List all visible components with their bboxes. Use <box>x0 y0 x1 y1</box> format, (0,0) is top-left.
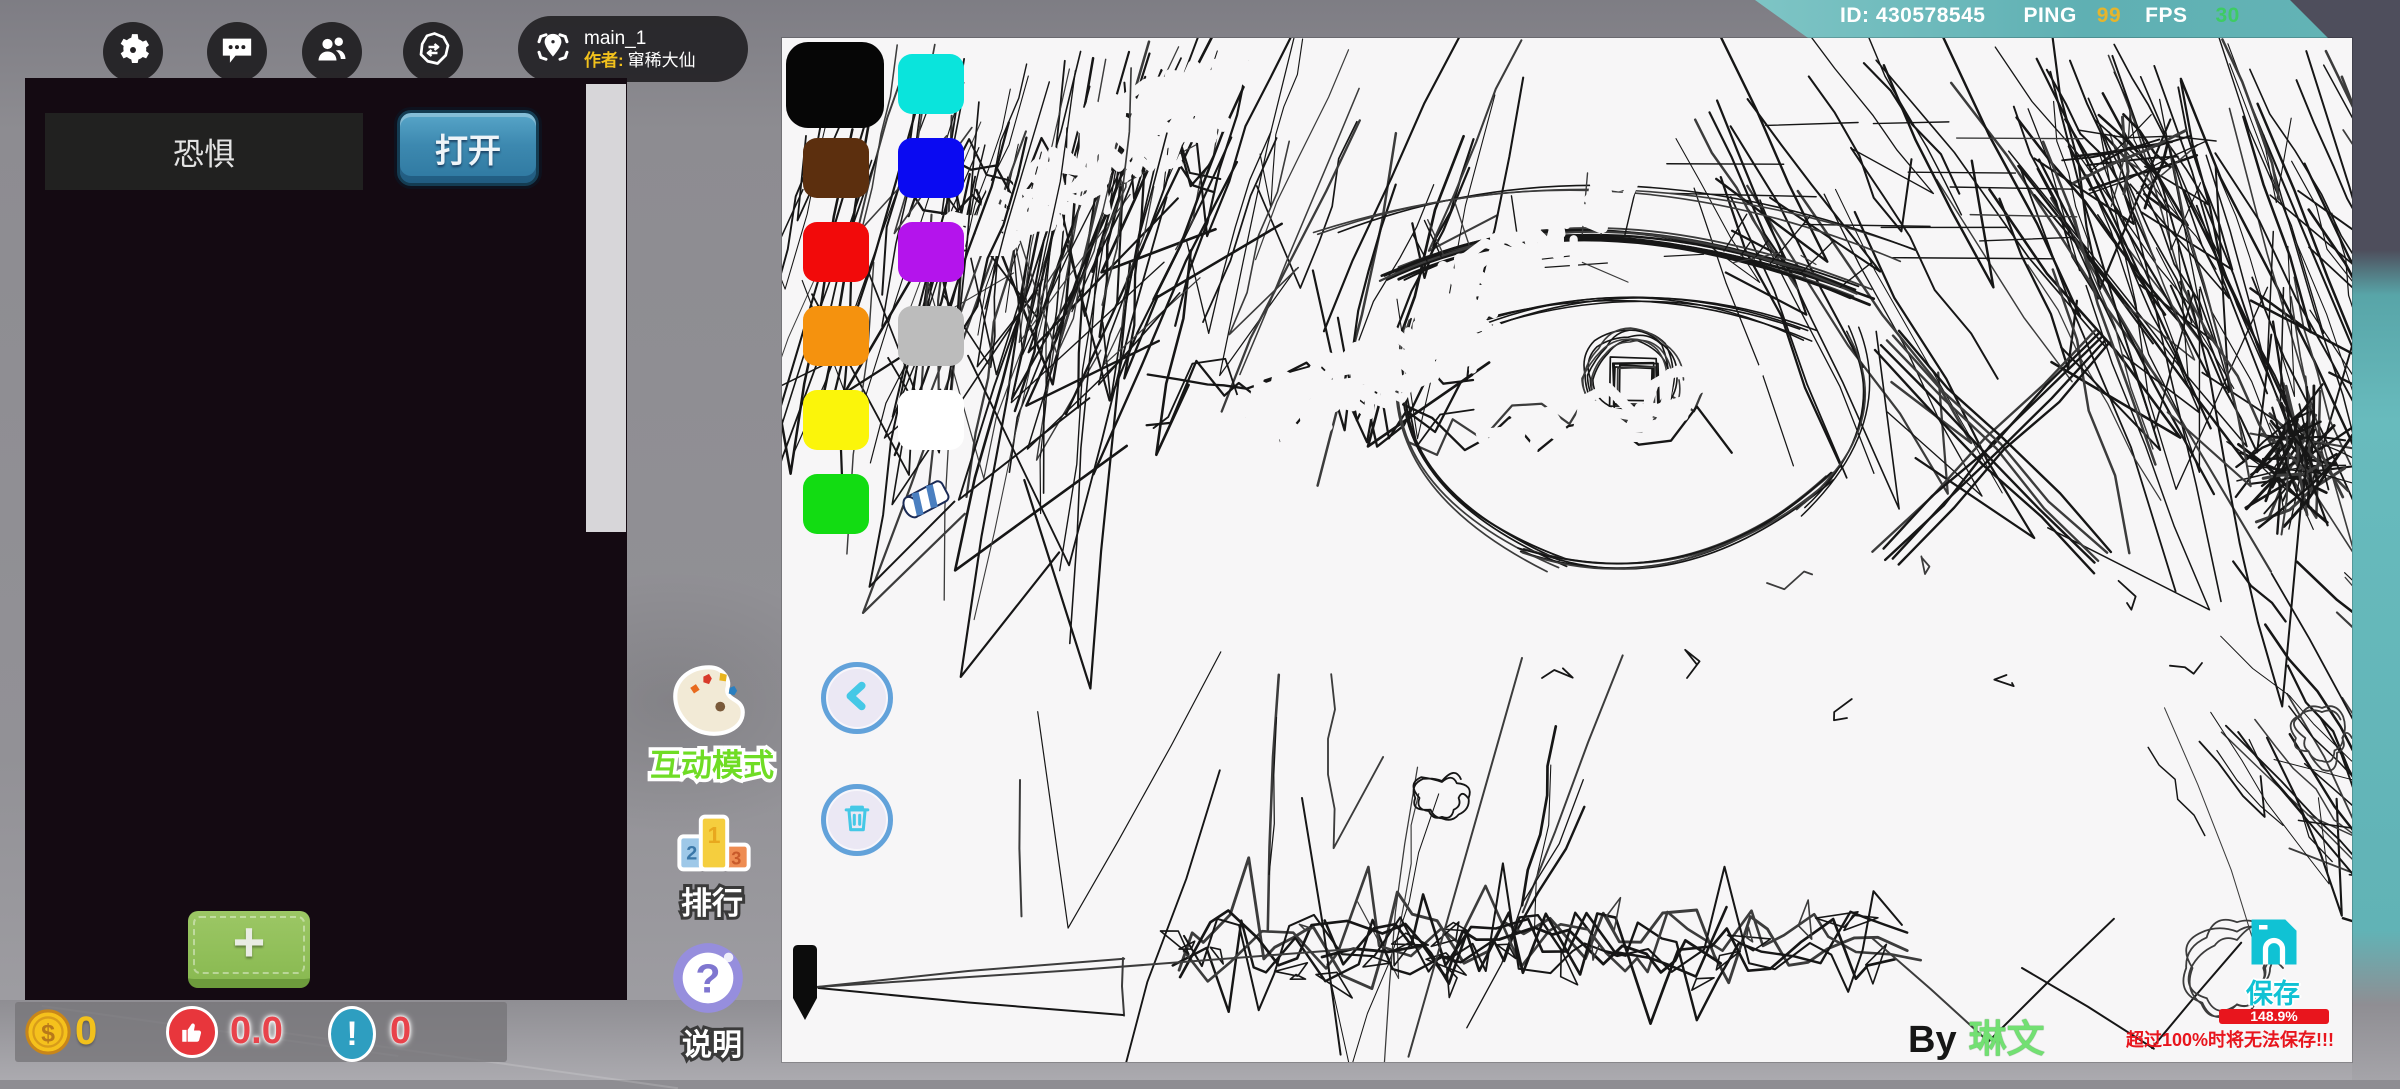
color-swatch-brown[interactable] <box>803 138 869 198</box>
color-swatch-orange[interactable] <box>803 306 869 366</box>
color-swatch-red[interactable] <box>803 222 869 282</box>
background-right-edge <box>2352 0 2400 1080</box>
help-button[interactable]: ? <box>670 940 746 1016</box>
color-swatch-yellow[interactable] <box>803 390 869 450</box>
item-panel: 恐惧 打开 + <box>25 78 627 1000</box>
open-button-label: 打开 <box>435 124 501 172</box>
ping-label: PING <box>2023 4 2076 28</box>
fps-value: 30 <box>2216 4 2240 28</box>
open-button[interactable]: 打开 <box>397 110 539 186</box>
color-swatch-cyan[interactable] <box>898 54 964 114</box>
session-id: ID: 430578545 <box>1840 4 1985 28</box>
color-swatch-gray[interactable] <box>898 306 964 366</box>
author-name: 窜稀大仙 <box>628 51 696 70</box>
eraser-icon[interactable] <box>896 472 958 533</box>
players-icon <box>314 32 350 73</box>
svg-text:$: $ <box>41 1020 55 1048</box>
like-count: 0.0 <box>230 1010 283 1053</box>
marker-icon[interactable] <box>790 943 820 1032</box>
add-item-button[interactable]: + <box>188 911 310 988</box>
map-pin-icon <box>532 26 574 73</box>
map-name: main_1 <box>584 27 696 51</box>
ping-value: 99 <box>2097 4 2121 28</box>
gear-icon <box>116 33 150 72</box>
settings-button[interactable] <box>103 22 163 82</box>
ink-usage-bar: 148.9% <box>2219 1009 2329 1024</box>
chat-button[interactable] <box>207 22 267 82</box>
color-swatch-blue[interactable] <box>898 138 964 198</box>
trash-icon <box>839 800 875 841</box>
save-button[interactable]: 保存 <box>2233 972 2313 1011</box>
map-info-plate[interactable]: main_1 作者:窜稀大仙 <box>518 16 748 82</box>
help-label: 说明 说明 <box>632 1020 792 1056</box>
interact-mode-label: 互动模式 互动模式 <box>632 740 792 776</box>
item-name: 恐惧 <box>173 129 235 174</box>
coin-count: 0 <box>75 1009 97 1054</box>
ranking-button[interactable]: 213 <box>674 810 754 876</box>
svg-text:2: 2 <box>686 843 697 865</box>
clear-button[interactable] <box>821 784 893 856</box>
undo-button[interactable] <box>821 662 893 734</box>
fps-label: FPS <box>2145 4 2187 28</box>
ranking-label: 排行 排行 <box>632 878 792 914</box>
coin-icon: $ <box>25 1009 71 1060</box>
panel-scrollbar[interactable] <box>586 84 626 532</box>
stats-bar: $ 0 0.0 ! 0 <box>15 1002 507 1062</box>
signature-by: By <box>1908 1019 1957 1061</box>
drawing-canvas[interactable]: 保存 148.9% 超过100%时将无法保存!!! By琳文 <box>782 38 2352 1062</box>
add-button-border <box>193 916 305 974</box>
signature-name: 琳文 <box>1969 1019 2045 1061</box>
color-swatch-green[interactable] <box>803 474 869 534</box>
undo-icon <box>838 677 876 720</box>
svg-text:3: 3 <box>731 848 741 868</box>
status-bar: ID: 430578545 PING 99 FPS 30 <box>1840 4 2400 28</box>
author-label: 作者: <box>584 51 624 70</box>
color-swatch-black[interactable] <box>786 42 884 128</box>
report-icon: ! <box>328 1006 376 1062</box>
item-slot[interactable]: 恐惧 <box>45 113 363 190</box>
report-count: 0 <box>390 1010 411 1053</box>
sketch-drawing <box>782 38 2352 1062</box>
map-switch-button[interactable] <box>403 22 463 82</box>
players-button[interactable] <box>302 22 362 82</box>
question-icon: ? <box>670 1003 746 1020</box>
like-icon <box>166 1006 218 1058</box>
map-switch-icon <box>415 32 451 73</box>
floppy-icon <box>2244 912 2304 977</box>
svg-text:1: 1 <box>708 822 721 848</box>
signature: By 琳文 <box>1908 1008 2045 1063</box>
chat-icon <box>220 33 254 72</box>
color-swatch-purple[interactable] <box>898 222 964 282</box>
color-swatch-white[interactable] <box>898 390 964 450</box>
interact-mode-button[interactable] <box>664 656 754 746</box>
svg-text:?: ? <box>695 955 720 1001</box>
